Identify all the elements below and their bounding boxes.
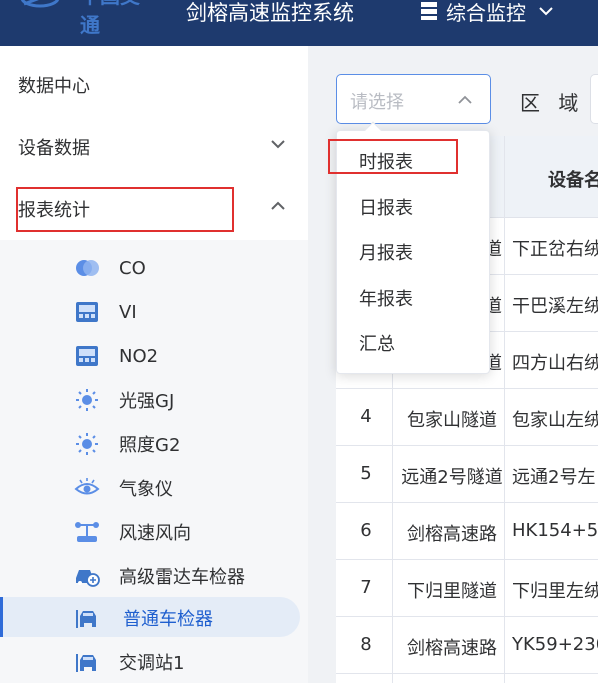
submenu-item-label: 高级雷达车检器 bbox=[119, 567, 245, 588]
option-yearly-report[interactable]: 年报表 bbox=[337, 278, 491, 318]
submenu-item-wind[interactable]: 风速风向 bbox=[0, 510, 308, 554]
cell-location: 包家山隧道 bbox=[407, 410, 497, 431]
cell-index: 5 bbox=[360, 463, 372, 484]
chevron-up-icon bbox=[458, 95, 472, 104]
car-detector-icon bbox=[76, 610, 96, 628]
cell-device: HK154+5 bbox=[512, 520, 598, 541]
submenu-item-advanced-radar[interactable]: 高级雷达车检器 bbox=[0, 554, 308, 598]
submenu-item-label: 普通车检器 bbox=[123, 609, 213, 630]
top-header: 中国交通 剑榕高速监控系统 综合监控 bbox=[0, 0, 598, 46]
option-daily-report[interactable]: 日报表 bbox=[337, 187, 491, 227]
submenu-item-traffic-station[interactable]: 交调站1 bbox=[0, 640, 308, 683]
radar-car-icon bbox=[76, 570, 100, 587]
area-select[interactable] bbox=[590, 74, 598, 124]
cell-device: 远通2号左 bbox=[512, 467, 596, 488]
submenu-item-label: 风速风向 bbox=[119, 523, 191, 544]
submenu-item-vi[interactable]: VI bbox=[0, 290, 308, 334]
cell-device: YK59+230 bbox=[512, 634, 598, 655]
submenu-item-label: 交调站1 bbox=[119, 653, 185, 674]
area-label: 区 域 bbox=[520, 91, 585, 115]
cell-device: 下正岔右绒 bbox=[512, 239, 598, 260]
logo: 中国交通 bbox=[20, 0, 150, 37]
cell-index: 8 bbox=[360, 634, 372, 655]
cell-location: 远通2号隧道 bbox=[401, 467, 503, 488]
submenu-item-label: NO2 bbox=[119, 345, 159, 367]
chevron-down-icon bbox=[539, 7, 553, 16]
cell-location: 下归里隧道 bbox=[407, 581, 497, 602]
table-row[interactable]: 4 包家山隧道 包家山左绒 bbox=[336, 389, 598, 446]
submenu-item-car-detector[interactable]: 普通车检器 bbox=[0, 596, 308, 640]
sidebar: 数据中心 设备数据 报表统计 CO VI NO2 光强GJ 照度G2 气象仪 风… bbox=[0, 46, 308, 683]
table-row[interactable]: 5 远通2号隧道 远通2号左 bbox=[336, 446, 598, 503]
vi-device-icon bbox=[76, 302, 98, 322]
anemometer-icon bbox=[75, 522, 99, 542]
submenu-item-no2[interactable]: NO2 bbox=[0, 334, 308, 378]
sun-icon bbox=[76, 389, 98, 411]
highlight-box-hourly-report bbox=[328, 139, 458, 174]
no2-device-icon bbox=[76, 346, 98, 366]
cell-index: 4 bbox=[360, 406, 372, 427]
option-monthly-report[interactable]: 月报表 bbox=[337, 232, 491, 272]
report-type-select[interactable]: 请选择 bbox=[336, 74, 491, 124]
submenu-item-label: CO bbox=[119, 257, 146, 279]
table-row[interactable]: 7 下归里隧道 下归里左绒 bbox=[336, 560, 598, 617]
sidebar-item-label: 数据中心 bbox=[18, 76, 90, 97]
submenu-item-label: 气象仪 bbox=[119, 479, 173, 500]
cell-index: 7 bbox=[360, 577, 372, 598]
cell-location: 剑榕高速路 bbox=[407, 638, 497, 659]
nav-menu-comprehensive-monitoring[interactable]: 综合监控 bbox=[420, 0, 554, 25]
select-placeholder: 请选择 bbox=[350, 92, 404, 113]
sun-icon bbox=[76, 433, 98, 455]
sidebar-item-device-data[interactable]: 设备数据 bbox=[0, 116, 308, 178]
sidebar-item-data-center[interactable]: 数据中心 bbox=[0, 54, 308, 116]
cell-device: 下归里左绒 bbox=[512, 581, 598, 602]
system-title: 剑榕高速监控系统 bbox=[186, 1, 354, 25]
cell-index: 6 bbox=[360, 520, 372, 541]
logo-icon bbox=[20, 0, 60, 8]
highlight-box-report-stats bbox=[16, 187, 234, 232]
report-submenu: CO VI NO2 光强GJ 照度G2 气象仪 风速风向 高级雷达车检器 普通车… bbox=[0, 240, 308, 683]
submenu-item-label: 照度G2 bbox=[119, 435, 181, 456]
submenu-item-label: 光强GJ bbox=[119, 391, 175, 412]
traffic-station-icon bbox=[76, 654, 96, 672]
submenu-item-illuminance[interactable]: 照度G2 bbox=[0, 422, 308, 466]
option-summary[interactable]: 汇总 bbox=[337, 323, 491, 363]
co-icon bbox=[76, 260, 99, 276]
cell-device: 包家山左绒 bbox=[512, 410, 598, 431]
chevron-down-icon bbox=[271, 140, 285, 149]
submenu-item-label: VI bbox=[119, 301, 137, 323]
submenu-item-weather-station[interactable]: 气象仪 bbox=[0, 466, 308, 510]
active-item-indicator bbox=[0, 597, 3, 637]
table-row[interactable]: 6 剑榕高速路 HK154+5 bbox=[336, 503, 598, 560]
sidebar-item-label: 设备数据 bbox=[18, 138, 90, 159]
chevron-up-icon bbox=[271, 201, 285, 210]
cell-location: 剑榕高速路 bbox=[407, 524, 497, 545]
nav-menu-label: 综合监控 bbox=[446, 0, 526, 25]
cell-device: 干巴溪左绒 bbox=[512, 296, 598, 317]
submenu-item-light-intensity[interactable]: 光强GJ bbox=[0, 378, 308, 422]
submenu-item-co[interactable]: CO bbox=[0, 246, 308, 290]
app-root: 中国交通 剑榕高速监控系统 综合监控 数据中心 设备数据 报表统计 bbox=[0, 0, 598, 683]
column-header-device: 设备名 bbox=[548, 170, 598, 191]
eye-icon bbox=[74, 478, 100, 495]
monitor-icon bbox=[421, 2, 437, 20]
logo-text: 中国交通 bbox=[80, 0, 140, 37]
table-row[interactable]: 8 剑榕高速路 YK59+230 bbox=[336, 617, 598, 674]
cell-device: 四方山右绒 bbox=[512, 353, 598, 374]
